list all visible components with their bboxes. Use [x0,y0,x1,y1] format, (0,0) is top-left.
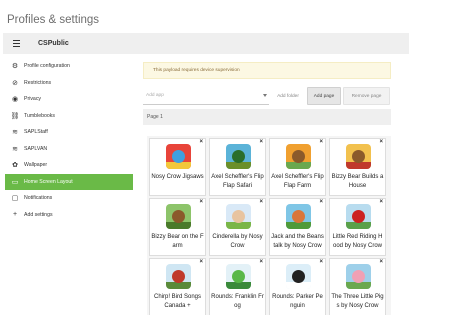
plus-icon: + [12,211,18,219]
app-name: The Three Little Pigs by Nosy Crow [331,294,384,309]
eye-icon: ◉ [11,96,19,104]
app-name: Axel Scheffler's Flip Flap Farm [271,174,324,189]
sidebar-item-privacy[interactable]: ◉ Privacy [5,91,133,108]
gear-icon: ⚙ [11,63,19,71]
remove-app-icon[interactable]: × [379,199,383,206]
remove-app-icon[interactable]: × [319,259,323,266]
sidebar-item-label: Add settings [24,211,53,218]
remove-app-icon[interactable]: × [199,199,203,206]
app-icon [346,204,371,229]
app-name: Rounds: Franklin Frog [211,294,264,309]
app-tile[interactable]: × Bizzy Bear on the Farm [149,198,206,256]
sidebar-item-saplstaff[interactable]: ≋ SAPLStaff [5,124,133,141]
organization-name: CSPublic [38,40,69,47]
page-title: Profiles & settings [7,14,100,26]
sidebar-item-profile-configuration[interactable]: ⚙ Profile configuration [5,58,133,75]
wifi-icon: ≋ [12,129,18,137]
sidebar-item-home-screen-layout[interactable]: ▭ Home Screen Layout [5,173,133,190]
app-icon [286,264,311,289]
app-icon [166,264,191,289]
app-name: Jack and the Beanstalk by Nosy Crow [271,234,324,249]
app-icon [166,144,191,169]
app-icon [226,204,251,229]
app-tile[interactable]: × Nosy Crow Jigsaws [149,138,206,196]
sidebar-item-label: SAPLStaff [24,129,48,136]
sidebar-item-label: Notifications [24,195,53,202]
ban-icon: ⊘ [12,79,18,87]
home-screen-icon: ▭ [11,178,19,186]
menu-icon[interactable] [13,33,29,54]
add-app-select[interactable]: Add app [143,87,269,105]
organization-header: CSPublic [3,33,409,54]
app-name: Bizzy Bear on the Farm [151,234,204,249]
add-folder-button[interactable]: Add folder [271,87,305,105]
wifi-icon: ≋ [12,145,18,153]
app-icon [346,264,371,289]
chevron-down-icon [263,94,267,97]
link-icon: ⛓ [10,112,20,120]
app-icon [346,144,371,169]
app-icon [166,204,191,229]
layout-toolbar: Add app Add folder Add page Remove page [143,87,391,105]
sidebar-item-label: Restrictions [24,79,52,86]
app-name: Nosy Crow Jigsaws [151,174,204,180]
sidebar-item-label: Home Screen Layout [24,178,73,185]
remove-app-icon[interactable]: × [259,259,263,266]
app-tile[interactable]: × Cinderella by Nosy Crow [209,198,266,256]
remove-app-icon[interactable]: × [379,139,383,146]
app-name: Cinderella by Nosy Crow [212,234,263,249]
remove-app-icon[interactable]: × [259,139,263,146]
remove-app-icon[interactable]: × [379,259,383,266]
app-tile[interactable]: × Chirp! Bird Songs Canada + [149,258,206,315]
sidebar-item-wallpaper[interactable]: ✿ Wallpaper [5,157,133,174]
app-name: Bizzy Bear Builds a House [331,174,384,189]
app-icon [286,144,311,169]
supervision-notice: This payload requires device supervision [143,62,391,79]
remove-app-icon[interactable]: × [199,139,203,146]
remove-app-icon[interactable]: × [259,199,263,206]
remove-app-icon[interactable]: × [319,199,323,206]
app-icon [226,264,251,289]
app-tile[interactable]: × Rounds: Franklin Frog [209,258,266,315]
remove-app-icon[interactable]: × [319,139,323,146]
app-tile[interactable]: × The Three Little Pigs by Nosy Crow [329,258,386,315]
sidebar-item-tumblebooks[interactable]: ⛓ Tumblebooks [5,108,133,125]
home-screen-layout-panel: This payload requires device supervision… [143,62,391,315]
settings-sidebar: ⚙ Profile configuration ⊘ Restrictions ◉ Priv… [5,58,133,223]
sidebar-item-label: Tumblebooks [24,112,55,119]
notifications-icon: ▢ [11,195,19,203]
app-tile[interactable]: × Axel Scheffler's Flip Flap Safari [209,138,266,196]
sidebar-item-saplvan[interactable]: ≋ SAPLVAN [5,141,133,158]
sidebar-item-add-settings[interactable]: + Add settings [5,207,133,224]
remove-page-button[interactable]: Remove page [343,87,390,105]
remove-app-icon[interactable]: × [199,259,203,266]
sidebar-item-notifications[interactable]: ▢ Notifications [5,190,133,207]
sidebar-item-restrictions[interactable]: ⊘ Restrictions [5,75,133,92]
sidebar-item-label: Wallpaper [24,162,48,169]
sidebar-item-label: Privacy [24,96,42,103]
app-grid: × Nosy Crow Jigsaws × Axel Scheffler's Flip… [147,136,391,315]
add-app-placeholder: Add app [146,93,164,98]
add-page-button[interactable]: Add page [307,87,341,105]
app-icon [226,144,251,169]
app-name: Rounds: Parker Penguin [272,294,323,309]
app-tile[interactable]: × Jack and the Beanstalk by Nosy Crow [269,198,326,256]
app-tile[interactable]: × Bizzy Bear Builds a House [329,138,386,196]
app-name: Little Red Riding Hood by Nosy Crow [332,234,383,249]
flower-icon: ✿ [12,162,18,170]
page-header[interactable]: Page 1 [143,109,391,125]
app-tile[interactable]: × Axel Scheffler's Flip Flap Farm [269,138,326,196]
app-name: Axel Scheffler's Flip Flap Safari [211,174,264,189]
app-name: Chirp! Bird Songs Canada + [153,294,202,309]
app-tile[interactable]: × Little Red Riding Hood by Nosy Crow [329,198,386,256]
sidebar-item-label: SAPLVAN [24,145,48,152]
sidebar-item-label: Profile configuration [24,63,70,70]
app-icon [286,204,311,229]
app-tile[interactable]: × Rounds: Parker Penguin [269,258,326,315]
